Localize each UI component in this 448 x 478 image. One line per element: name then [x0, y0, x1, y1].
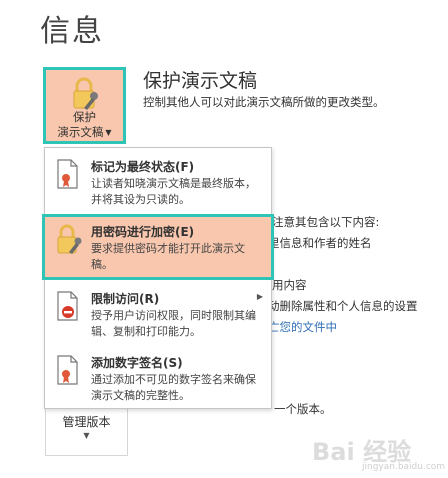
chevron-down-icon: ▼ — [105, 128, 112, 137]
menu-item-title: 添加数字签名(S) — [91, 356, 183, 370]
menu-item-desc: 要求提供密码才能打开此演示文稿。 — [91, 242, 245, 271]
manage-versions-label: 管理版本 — [62, 415, 111, 429]
menu-item-desc: 通过添加不可见的数字签名来确保演示文稿的完整性。 — [91, 373, 256, 402]
menu-item-encrypt-password[interactable]: 用密码进行加密(E) 要求提供密码才能打开此演示文稿。 — [42, 214, 274, 280]
menu-item-add-signature[interactable]: 添加数字签名(S) 通过添加不可见的数字签名来确保演示文稿的完整性。 — [45, 350, 271, 408]
restricted-document-icon — [55, 290, 81, 322]
chevron-down-icon: ▼ — [83, 431, 90, 440]
menu-item-title: 限制访问(R) — [91, 292, 160, 306]
page-title: 信息 — [40, 14, 104, 49]
lock-key-icon — [68, 76, 104, 112]
menu-item-title: 用密码进行加密(E) — [91, 225, 195, 239]
menu-item-title: 标记为最终状态(F) — [91, 160, 195, 174]
inspect-text-line1: 注意其包含以下内容: — [272, 215, 380, 229]
protect-button-label-line2: 演示文稿 — [57, 125, 104, 139]
inspect-text-line4: 动删除属性和个人信息的设置 — [268, 299, 418, 313]
protect-button-label-line1: 保护 — [73, 110, 96, 124]
lock-key-icon — [55, 223, 82, 255]
protect-dropdown-menu: 标记为最终状态(F) 让读者知晓演示文稿是最终版本，并将其设为只读的。 用密码进… — [42, 147, 274, 409]
section-title: 保护演示文稿 — [143, 70, 258, 92]
protect-presentation-button[interactable]: 保护 演示文稿 ▼ — [43, 67, 126, 144]
inspect-text-line3: 用内容 — [272, 278, 307, 292]
menu-item-desc: 授予用户访问权限，同时限制其编辑、复制和打印能力。 — [91, 309, 256, 338]
menu-item-mark-final[interactable]: 标记为最终状态(F) 让读者知晓演示文稿是最终版本，并将其设为只读的。 — [45, 152, 271, 212]
inspect-text-line2: 里信息和作者的姓名 — [268, 236, 372, 250]
menu-item-desc: 让读者知晓演示文稿是最终版本，并将其设为只读的。 — [91, 177, 256, 206]
menu-item-restrict-access[interactable]: 限制访问(R) ▶ 授予用户访问权限，同时限制其编辑、复制和打印能力。 — [45, 284, 271, 348]
watermark-url: jingyan.baidu.com — [362, 462, 446, 472]
versions-text: 一个版本。 — [274, 402, 332, 416]
ribbon-document-icon — [55, 158, 81, 190]
inspect-link[interactable]: 亡您的文件中 — [268, 319, 337, 335]
chevron-right-icon: ▶ — [256, 292, 263, 301]
ribbon-document-icon — [55, 354, 81, 386]
section-description: 控制其他人可以对此演示文稿所做的更改类型。 — [143, 95, 385, 109]
